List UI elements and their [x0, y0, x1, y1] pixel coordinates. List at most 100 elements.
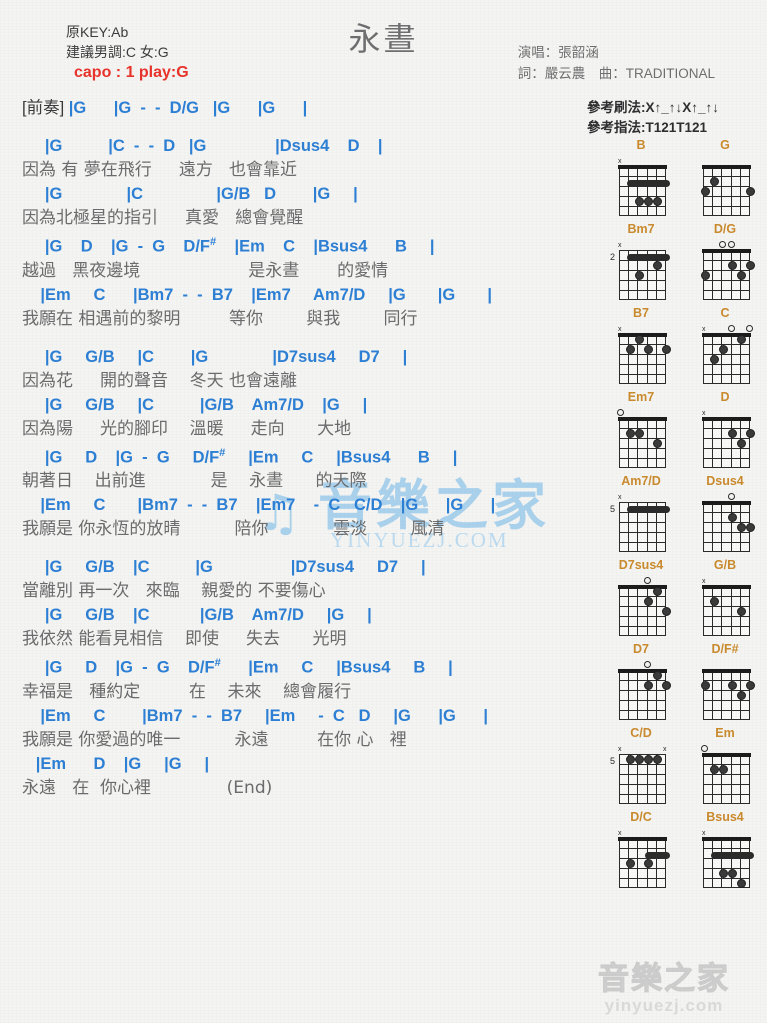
nut-bar: [702, 249, 751, 253]
finger-dot: [709, 765, 719, 774]
chord-diagram[interactable]: Bx: [608, 138, 674, 217]
chord-name-label: D7: [633, 642, 649, 656]
chord-name-label: Bm7: [627, 222, 655, 236]
chord-diagram[interactable]: Cx: [692, 306, 758, 385]
finger-dot: [700, 187, 710, 196]
sharp-symbol: #: [210, 236, 217, 248]
finger-dot: [709, 177, 719, 186]
finger-dot: [652, 755, 662, 764]
lyric-line: 越過 黑夜邊境 是永晝 的愛情: [22, 260, 389, 281]
nut-bar: [702, 837, 751, 841]
fretboard-diagram: [692, 491, 758, 553]
chord-diagram-row: Bx G: [600, 138, 767, 217]
chord-line: |Em C |Bm7 - - B7 |Em7 Am7/D |G |G |: [22, 285, 492, 304]
chord-diagram-panel: Bx G Bm7 x 2 D/G B7 x Cx Em7 Dx Am7/D x 5 Dsus4 D7sus4 G…: [600, 138, 767, 894]
chord-diagram[interactable]: D7: [608, 642, 674, 721]
lyric-line: 朝著日 出前進 是 永晝 的天際: [22, 471, 367, 491]
chord-diagram[interactable]: D7sus4: [608, 558, 674, 637]
finger-dot: [652, 439, 662, 448]
finger-dot: [736, 691, 746, 700]
lyric-line: 我依然 能看見相信 即使 失去 光明: [22, 629, 347, 649]
chord-diagram[interactable]: Am7/D x 5: [608, 474, 674, 553]
muted-string-marker: x: [618, 746, 622, 753]
chord-diagram[interactable]: G: [692, 138, 758, 217]
chord-diagram-row: Em7 Dx: [600, 390, 767, 469]
barre-bar: [711, 851, 754, 859]
chord-name-label: Em7: [627, 390, 655, 404]
fretboard-diagram: x2: [608, 239, 674, 301]
nut-bar: [618, 165, 667, 169]
lyric-line: 因為 有 夢在飛行 遠方 也會靠近: [22, 160, 298, 180]
lyric-line: 因為陽 光的腳印 溫暖 走向 大地: [22, 418, 352, 439]
chord-diagram[interactable]: Em: [692, 726, 758, 805]
finger-dot: [634, 755, 644, 764]
fretboard-diagram: x: [692, 827, 758, 889]
key-info-block: 原KEY:Ab 建議男調:C 女:G capo : 1 play:G: [66, 22, 189, 84]
nut-bar: [702, 165, 751, 169]
finger-dot: [634, 335, 644, 344]
fretboard-diagram: x5: [608, 491, 674, 553]
fretboard-diagram: [608, 575, 674, 637]
chord-diagram[interactable]: Em7: [608, 390, 674, 469]
pattern-block: 參考刷法:X↑_↑↓X↑_↑↓ 參考指法:T121T121: [587, 98, 719, 138]
chord-diagram[interactable]: D/F#: [692, 642, 758, 721]
chord-diagram[interactable]: Dx: [692, 390, 758, 469]
section-chord-line: [前奏] |G |G - - D/G |G |G |: [22, 96, 602, 120]
chord-name-label: G: [720, 138, 730, 152]
picking-pattern-label: 參考指法:T121T121: [586, 120, 708, 135]
finger-dot: [727, 513, 737, 522]
fretboard-diagram: [608, 407, 674, 469]
muted-string-marker: x: [702, 326, 706, 333]
chord-diagram[interactable]: D/C x: [608, 810, 674, 889]
fretboard-diagram: [692, 155, 758, 217]
chord-diagram[interactable]: D/G: [692, 222, 758, 301]
lyric-line: 因為北極星的指引 真愛 總會覺醒: [22, 208, 304, 228]
nut-bar: [702, 753, 751, 757]
chord-name-label: D/C: [630, 810, 652, 824]
composer-label: 詞：嚴云農 曲：TRADITIONAL: [517, 66, 715, 81]
fretboard-diagram: x: [608, 827, 674, 889]
muted-string-marker: x: [702, 410, 706, 417]
sharp-symbol: #: [219, 446, 226, 459]
nut-bar: [702, 585, 751, 589]
fret-number-label: 2: [610, 252, 616, 262]
muted-string-marker: x: [618, 326, 622, 333]
chord-line: |G D |G - G D/F# |Em C |Bsus4 B |: [22, 657, 453, 677]
chord-diagram-row: D7 D/F#: [600, 642, 767, 721]
finger-dot: [643, 597, 653, 606]
fret-number-label: 5: [610, 756, 616, 766]
muted-string-marker: x: [618, 494, 622, 501]
fretboard-diagram: x: [608, 155, 674, 217]
fretboard-diagram: x: [608, 323, 674, 385]
chord-name-label: D7sus4: [618, 558, 664, 572]
chord-name-label: D/G: [713, 222, 737, 236]
chord-diagram[interactable]: Dsus4: [692, 474, 758, 553]
chord-diagram[interactable]: Bm7 x 2: [608, 222, 674, 301]
finger-dot: [736, 335, 746, 344]
open-string-marker: [727, 493, 735, 500]
open-string-marker: [700, 745, 708, 752]
fretboard-diagram: [608, 659, 674, 721]
muted-string-marker: x: [663, 746, 667, 753]
finger-dot: [661, 345, 671, 354]
nut-bar: [618, 837, 667, 841]
section-label: [前奏]: [22, 99, 69, 117]
lyric-line: 我願是 你愛過的唯一 永遠 在你 心 裡: [22, 729, 407, 750]
finger-dot: [625, 755, 635, 764]
chord-diagram[interactable]: G/B x: [692, 558, 758, 637]
finger-dot: [661, 607, 671, 616]
barre-bar: [645, 851, 670, 859]
muted-string-marker: x: [618, 158, 622, 165]
finger-dot: [709, 355, 719, 364]
chord-diagram[interactable]: C/D x x 5: [608, 726, 674, 805]
chord-diagram-row: C/D x x 5 Em: [600, 726, 767, 805]
finger-dot: [634, 197, 644, 206]
sharp-symbol: #: [214, 657, 221, 669]
chord-name-label: C: [720, 306, 730, 320]
chord-diagram[interactable]: B7 x: [608, 306, 674, 385]
fretboard-diagram: xx5: [608, 743, 674, 805]
finger-dot: [625, 429, 635, 438]
finger-dot: [643, 755, 653, 764]
chord-diagram[interactable]: Bsus4 x: [692, 810, 758, 889]
